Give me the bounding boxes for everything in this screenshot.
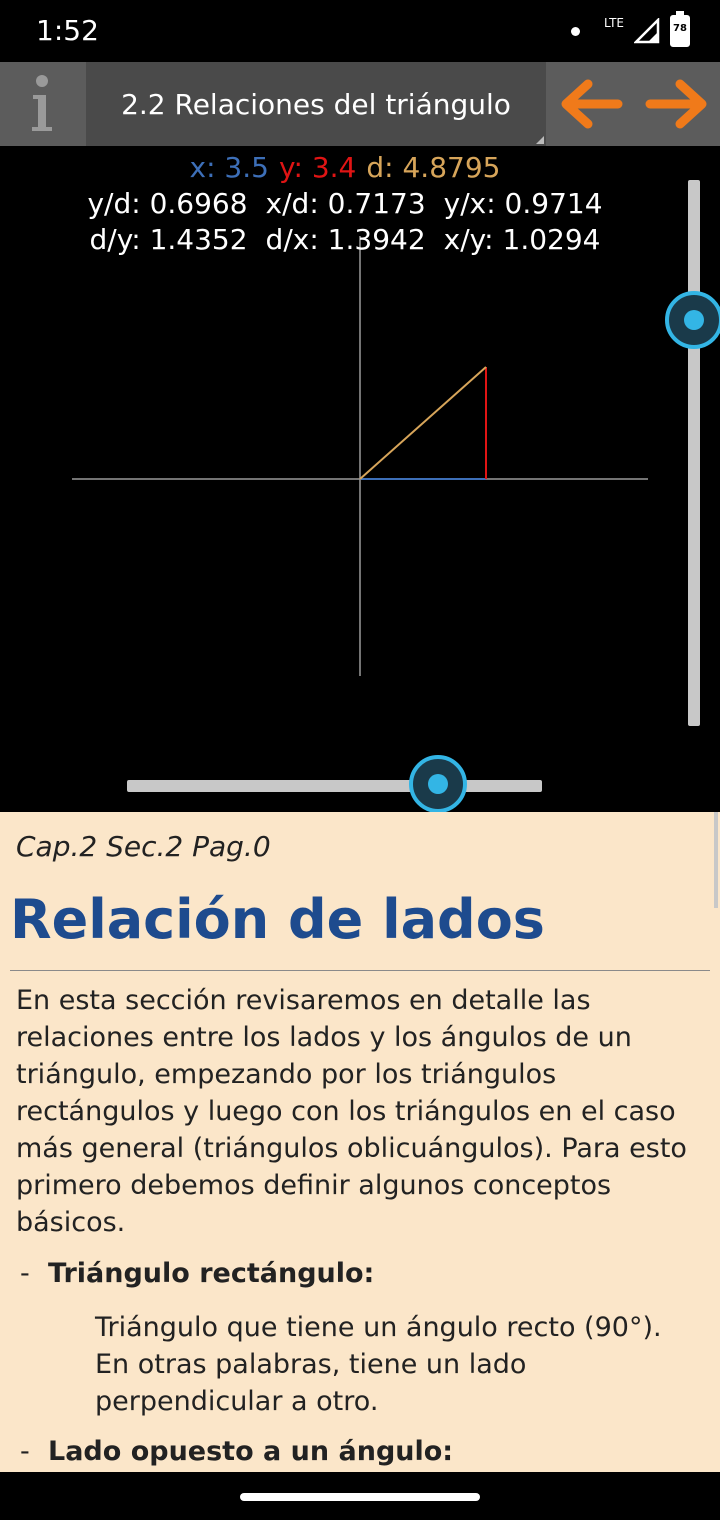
vertical-slider[interactable] — [665, 180, 720, 726]
vertical-slider-thumb[interactable] — [665, 291, 720, 349]
list-bullet: - — [20, 1258, 30, 1289]
section-selector[interactable]: 2.2 Relaciones del triángulo — [86, 62, 546, 146]
system-nav-bar — [0, 1472, 720, 1520]
horizontal-slider-track — [127, 780, 542, 792]
app-toolbar: 2.2 Relaciones del triángulo — [0, 62, 720, 146]
vertical-slider-track — [688, 180, 700, 726]
ratio-x-d: x/d: 0.7173 — [265, 187, 426, 220]
horizontal-slider-thumb[interactable] — [409, 755, 467, 812]
readout-ratios-1: y/d: 0.6968 x/d: 0.7173 y/x: 0.9714 — [0, 187, 690, 220]
clock: 1:52 — [36, 14, 99, 47]
info-icon — [32, 75, 52, 131]
lesson-content[interactable]: Cap.2 Sec.2 Pag.0 Relación de lados En e… — [0, 812, 720, 1472]
info-button[interactable] — [0, 62, 84, 146]
home-gesture-bar[interactable] — [240, 1493, 480, 1501]
ratio-x-y: x/y: 1.0294 — [443, 223, 601, 256]
page-title: Relación de lados — [10, 888, 545, 951]
list-bullet: - — [20, 1436, 30, 1467]
notification-dot-icon — [571, 26, 581, 36]
x-value: x: 3.5 — [189, 151, 269, 184]
section-title: 2.2 Relaciones del triángulo — [121, 87, 511, 121]
hypotenuse-line — [359, 366, 487, 480]
triangle-canvas: x: 3.5 y: 3.4 d: 4.8795 y/d: 0.6968 x/d: 0.… — [0, 146, 720, 812]
title-divider — [10, 970, 710, 971]
arrow-right-icon — [645, 79, 707, 129]
term-definition: Triángulo que tiene un ángulo recto (90°… — [95, 1312, 662, 1417]
ratio-d-x: d/x: 1.3942 — [265, 223, 426, 256]
ratio-y-x: y/x: 0.9714 — [443, 187, 603, 220]
chapter-indicator: Cap.2 Sec.2 Pag.0 — [16, 830, 271, 863]
battery-icon: 78 — [670, 11, 690, 47]
list-item: - Lado opuesto a un ángulo: — [20, 1436, 453, 1467]
d-value: d: 4.8795 — [366, 151, 501, 184]
list-item: - Triángulo rectángulo: — [20, 1258, 374, 1289]
status-icons: LTE 78 — [571, 11, 690, 48]
horizontal-slider[interactable] — [127, 755, 542, 812]
next-page-button[interactable] — [642, 72, 712, 136]
readout-sides: x: 3.5 y: 3.4 d: 4.8795 — [0, 151, 690, 184]
term-label: Triángulo rectángulo: — [48, 1258, 375, 1289]
readout-ratios-2: d/y: 1.4352 d/x: 1.3942 x/y: 1.0294 — [0, 223, 690, 256]
intro-paragraph: En esta sección revisaremos en detalle l… — [16, 985, 687, 1238]
content-scrollbar[interactable] — [714, 812, 718, 908]
status-bar: 1:52 LTE 78 — [0, 0, 720, 62]
term-label: Lado opuesto a un ángulo: — [48, 1436, 454, 1467]
signal-icon — [634, 18, 660, 44]
arrow-left-icon — [561, 79, 623, 129]
previous-page-button[interactable] — [556, 72, 626, 136]
ratio-d-y: d/y: 1.4352 — [89, 223, 248, 256]
network-type-label: LTE — [604, 16, 624, 30]
battery-level: 78 — [673, 23, 687, 34]
ratio-y-d: y/d: 0.6968 — [87, 187, 248, 220]
y-value: y: 3.4 — [278, 151, 357, 184]
